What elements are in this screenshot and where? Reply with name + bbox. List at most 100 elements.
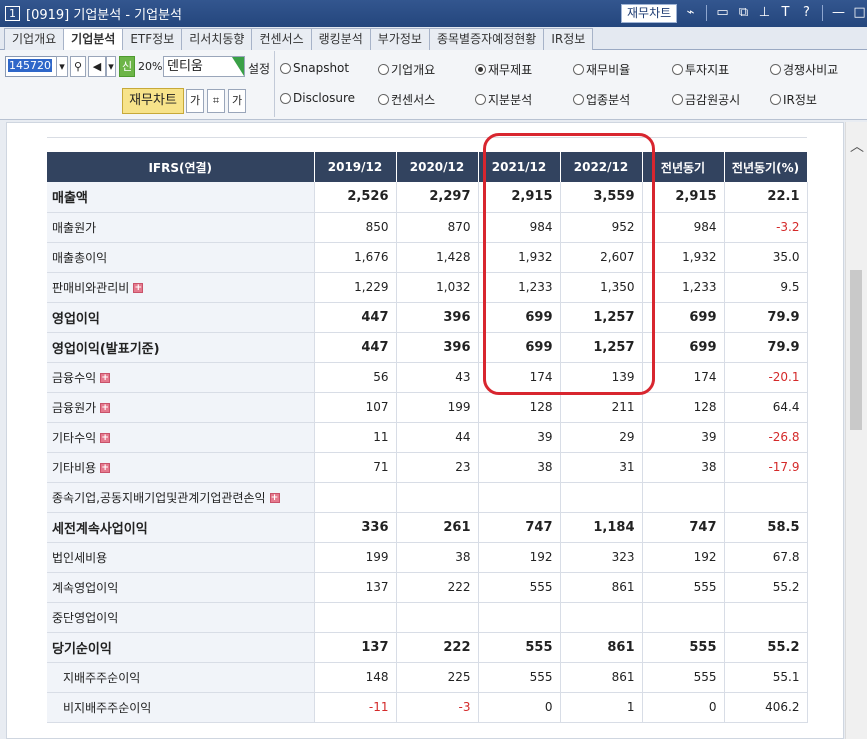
financial-chart-button[interactable]: 재무차트 (621, 4, 678, 23)
vertical-scrollbar[interactable]: ︿ (845, 122, 867, 739)
radio-dot[interactable] (475, 94, 486, 105)
tab-bar: 기업개요 기업분석 ETF정보 리서치동향 컨센서스 랭킹분석 부가정보 종목별증자예정현황 I… (0, 27, 867, 51)
radio-option-1[interactable]: Snapshot (280, 61, 349, 75)
maximize-icon[interactable]: □ (851, 4, 867, 22)
toolbar: 145720 ▾ ⚲ ◀ ▾ 신 20% 덴티움 설정 재무차트 가 ⌗ 가 S… (0, 50, 867, 120)
code-dropdown-button[interactable]: ▾ (56, 56, 68, 77)
table-cell: 747 (478, 512, 561, 543)
table-row: 기타수익 +11 44 39 29 39 -26.8 (47, 422, 808, 453)
radio-dot[interactable] (475, 64, 486, 75)
table-cell: 11 (314, 422, 397, 453)
radio-option-8[interactable]: 컨센서스 (378, 91, 435, 108)
speaker-icon[interactable]: ◀ (88, 56, 106, 77)
radio-option-3[interactable]: 재무제표 (475, 61, 532, 78)
radio-dot[interactable] (770, 64, 781, 75)
divider (822, 5, 823, 21)
window-number: 1 (5, 6, 20, 21)
table-cell: 1,428 (396, 242, 479, 273)
minimize-icon[interactable]: — (830, 4, 847, 22)
radio-option-7[interactable]: Disclosure (280, 91, 355, 105)
radio-option-6[interactable]: 경쟁사비교 (770, 61, 838, 78)
chevron-down-icon[interactable]: ▾ (106, 56, 116, 77)
table-cell: 555 (642, 572, 725, 603)
radio-option-4[interactable]: 재무비율 (573, 61, 630, 78)
text-icon[interactable]: T (777, 4, 794, 22)
radio-dot[interactable] (573, 64, 584, 75)
table-row: 판매비와관리비 +1,229 1,032 1,233 1,350 1,233 9.5 (47, 272, 808, 303)
table-cell: 447 (314, 332, 397, 363)
tab-3[interactable]: ETF정보 (122, 28, 183, 50)
table-cell: 38 (478, 452, 561, 483)
table-row: 매출총이익 1,676 1,428 1,932 2,607 1,932 35.0 (47, 242, 808, 273)
table-cell: 43 (396, 362, 479, 393)
table-cell: 406.2 (724, 692, 808, 723)
row-label: 영업이익(발표기준) (52, 341, 160, 357)
tab-4[interactable]: 리서치동향 (181, 28, 253, 50)
radio-option-11[interactable]: 금감원공시 (672, 91, 740, 108)
table-cell: -3 (396, 692, 479, 723)
scroll-up-icon[interactable]: ︿ (850, 136, 864, 156)
tab-9[interactable]: IR정보 (543, 28, 594, 50)
table-cell: 861 (560, 662, 643, 693)
radio-option-2[interactable]: 기업개요 (378, 61, 435, 78)
tab-1[interactable]: 기업개요 (4, 28, 65, 50)
scroll-thumb[interactable] (850, 270, 862, 430)
copy-icon[interactable]: ⧉ (735, 4, 752, 22)
font-decrease-button[interactable]: 가 (186, 89, 204, 113)
table-cell: 222 (396, 572, 479, 603)
font-increase-label: 가 (231, 94, 243, 107)
table-cell: -3.2 (724, 212, 808, 243)
radio-label: 재무비율 (586, 63, 631, 77)
table-cell: 174 (478, 362, 561, 393)
window-icon[interactable]: ▭ (714, 4, 731, 22)
column-header: 전년동기 (642, 152, 725, 182)
stock-code-input[interactable]: 145720 (5, 56, 57, 77)
radio-dot[interactable] (280, 62, 291, 74)
radio-option-12[interactable]: IR정보 (770, 91, 817, 108)
radio-dot[interactable] (280, 92, 291, 104)
tab-5[interactable]: 컨센서스 (251, 28, 312, 50)
tab-8[interactable]: 종목별증자예정현황 (428, 28, 545, 50)
settings-button[interactable]: 설정 (248, 60, 270, 77)
search-icon[interactable]: ⚲ (70, 56, 86, 77)
radio-dot[interactable] (770, 94, 781, 105)
divider (47, 137, 807, 138)
radio-option-5[interactable]: 투자지표 (672, 61, 729, 78)
help-icon[interactable]: ? (798, 4, 815, 22)
chart-icon[interactable]: ⌁ (682, 4, 699, 22)
expand-plus-icon[interactable]: + (100, 373, 111, 383)
new-badge[interactable]: 신 (119, 56, 135, 77)
table-cell: -11 (314, 692, 397, 723)
radio-dot[interactable] (378, 94, 389, 105)
row-label-cell: 계속영업이익 (47, 572, 315, 603)
radio-dot[interactable] (672, 94, 683, 105)
row-label: 당기순이익 (52, 641, 112, 657)
expand-plus-icon[interactable]: + (100, 403, 111, 413)
row-label: 영업이익 (52, 311, 100, 327)
tab-2[interactable]: 기업분석 (63, 28, 124, 51)
expand-icon[interactable]: ⌗ (207, 89, 225, 113)
financial-chart-main-button[interactable]: 재무차트 (122, 88, 184, 114)
radio-option-10[interactable]: 업종분석 (573, 91, 630, 108)
expand-plus-icon[interactable]: + (133, 283, 144, 293)
tab-7[interactable]: 부가정보 (369, 28, 430, 50)
table-cell: 199 (314, 542, 397, 573)
table-cell: 38 (642, 452, 725, 483)
radio-option-9[interactable]: 지분분석 (475, 91, 532, 108)
tab-6[interactable]: 랭킹분석 (310, 28, 371, 50)
table-cell: 1,676 (314, 242, 397, 273)
stock-name-field[interactable]: 덴티움 (163, 56, 245, 77)
pin-icon[interactable]: ⊥ (756, 4, 773, 22)
table-cell: 699 (478, 332, 561, 363)
row-label-cell: 종속기업,공동지배기업및관계기업관련손익 + (47, 482, 315, 513)
expand-plus-icon[interactable]: + (100, 433, 111, 443)
table-cell: 555 (642, 662, 725, 693)
radio-dot[interactable] (573, 94, 584, 105)
row-label: 금융수익 (52, 370, 97, 385)
radio-dot[interactable] (378, 64, 389, 75)
expand-plus-icon[interactable]: + (100, 463, 111, 473)
table-cell: 174 (642, 362, 725, 393)
font-increase-button[interactable]: 가 (228, 89, 246, 113)
expand-plus-icon[interactable]: + (269, 493, 280, 503)
radio-dot[interactable] (672, 64, 683, 75)
